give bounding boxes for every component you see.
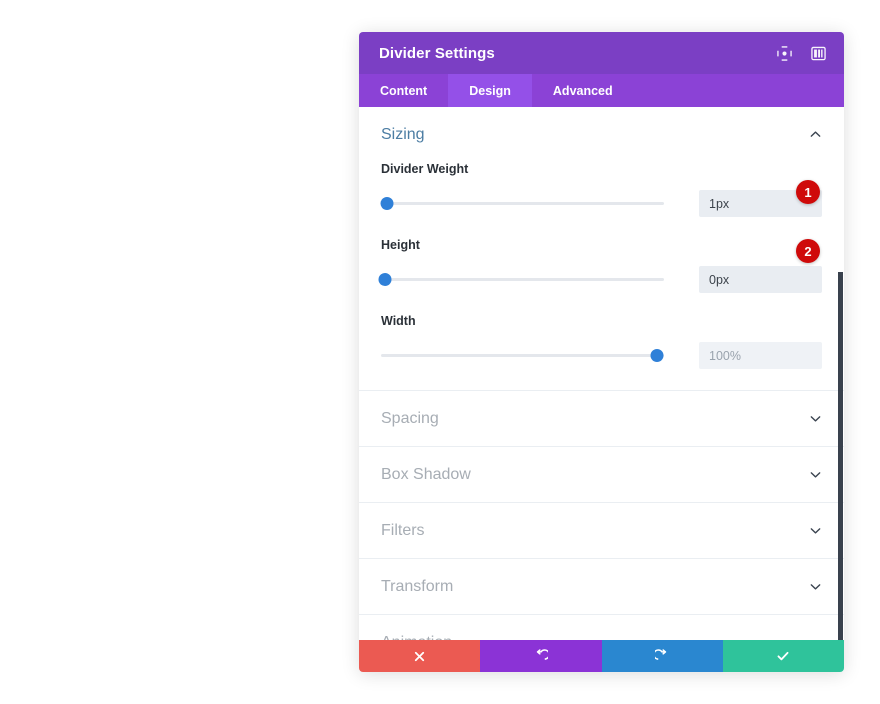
slider-divider-weight[interactable] [380,197,664,211]
section-title-animation: Animation [381,634,809,641]
section-title-spacing: Spacing [381,409,439,427]
field-divider-weight: Divider Weight 1px [359,162,844,217]
slider-height[interactable] [378,273,664,287]
checkmark-icon [777,651,789,661]
redo-arrow-icon [655,649,667,660]
section-header-filters[interactable]: Filters [359,503,844,558]
label-divider-weight: Divider Weight [381,162,469,176]
field-height: Height 0px [359,238,844,293]
annotation-badge-1: 1 [796,180,820,204]
save-button[interactable] [722,640,844,672]
slider-handle[interactable] [650,349,664,362]
modal-footer [359,640,844,672]
field-width: Width 100% [359,314,844,369]
section-title-filters: Filters [381,521,425,539]
section-title-sizing: Sizing [381,125,425,143]
control-row-width: 100% [381,342,822,369]
chevron-down-icon[interactable] [809,468,822,481]
cancel-button[interactable] [359,640,481,672]
chevron-down-icon[interactable] [809,636,822,640]
chevron-down-icon[interactable] [809,580,822,593]
divider-settings-modal: Divider Settings Content Design Advanced… [359,32,844,672]
input-height[interactable]: 0px [699,266,822,293]
slider-handle[interactable] [378,273,392,286]
undo-arrow-icon [536,649,548,660]
slider-track [381,354,664,357]
annotation-badge-2: 2 [796,239,820,263]
section-header-animation[interactable]: Animation [359,615,844,641]
slider-track [381,278,664,281]
tab-content[interactable]: Content [359,74,448,107]
section-header-sizing[interactable]: Sizing [359,107,844,162]
focus-target-icon[interactable] [776,45,793,61]
label-height: Height [381,238,420,252]
header-icon-group [776,45,826,61]
undo-button[interactable] [480,640,602,672]
redo-button[interactable] [601,640,723,672]
close-x-icon [414,651,425,661]
chevron-down-icon[interactable] [809,524,822,537]
section-header-spacing[interactable]: Spacing [359,391,844,446]
chevron-up-icon[interactable] [809,128,822,141]
tab-bar: Content Design Advanced [359,74,844,107]
chevron-down-icon[interactable] [809,412,822,425]
slider-handle[interactable] [380,197,394,210]
section-header-box-shadow[interactable]: Box Shadow [359,447,844,502]
section-title-box-shadow: Box Shadow [381,465,471,483]
input-width[interactable]: 100% [699,342,822,369]
page-title: Divider Settings [379,44,495,62]
slider-width[interactable] [381,349,664,363]
tab-advanced[interactable]: Advanced [532,74,634,107]
label-width: Width [381,314,416,328]
vertical-scrollbar[interactable] [838,272,843,640]
layout-panel-icon[interactable] [811,46,826,61]
slider-track [381,202,664,205]
modal-header: Divider Settings [359,32,844,74]
control-row-divider-weight: 1px [380,190,822,217]
control-row-height: 0px [378,266,822,293]
section-header-transform[interactable]: Transform [359,559,844,614]
tab-design[interactable]: Design [448,74,532,107]
section-title-transform: Transform [381,577,454,595]
modal-body: Sizing Divider Weight 1px Height 0px Wid… [359,107,844,640]
